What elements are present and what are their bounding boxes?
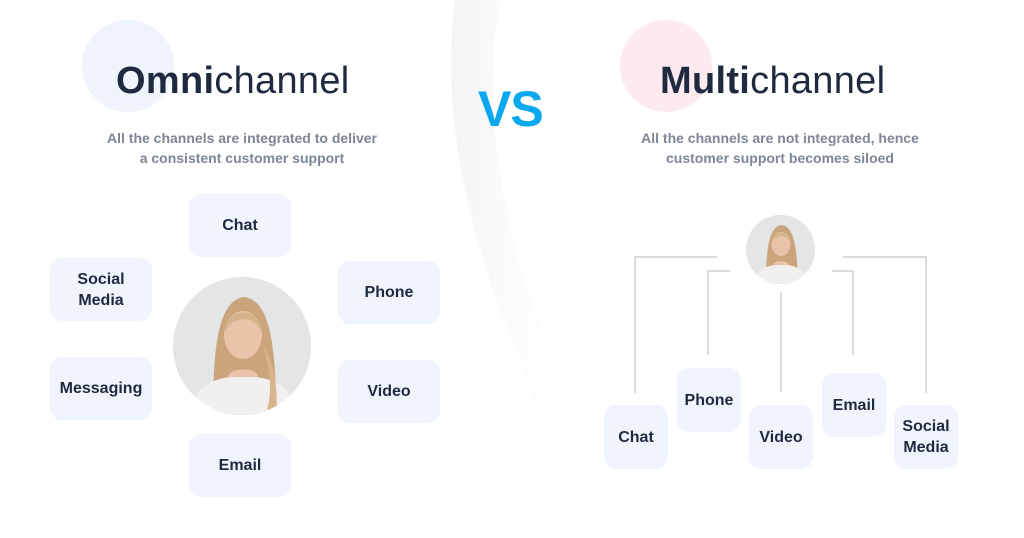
- multi-channel-social-media: Social Media: [894, 405, 958, 469]
- person-icon: [746, 215, 815, 284]
- multi-channel-chat: Chat: [604, 405, 668, 469]
- multi-channel-video: Video: [749, 405, 813, 469]
- multichannel-connector-lines: [634, 256, 927, 393]
- multi-channel-email: Email: [822, 373, 886, 437]
- connector-email: [832, 270, 854, 355]
- connector-phone: [707, 270, 730, 355]
- multi-agent-avatar: [746, 215, 815, 284]
- multi-channel-phone: Phone: [677, 368, 741, 432]
